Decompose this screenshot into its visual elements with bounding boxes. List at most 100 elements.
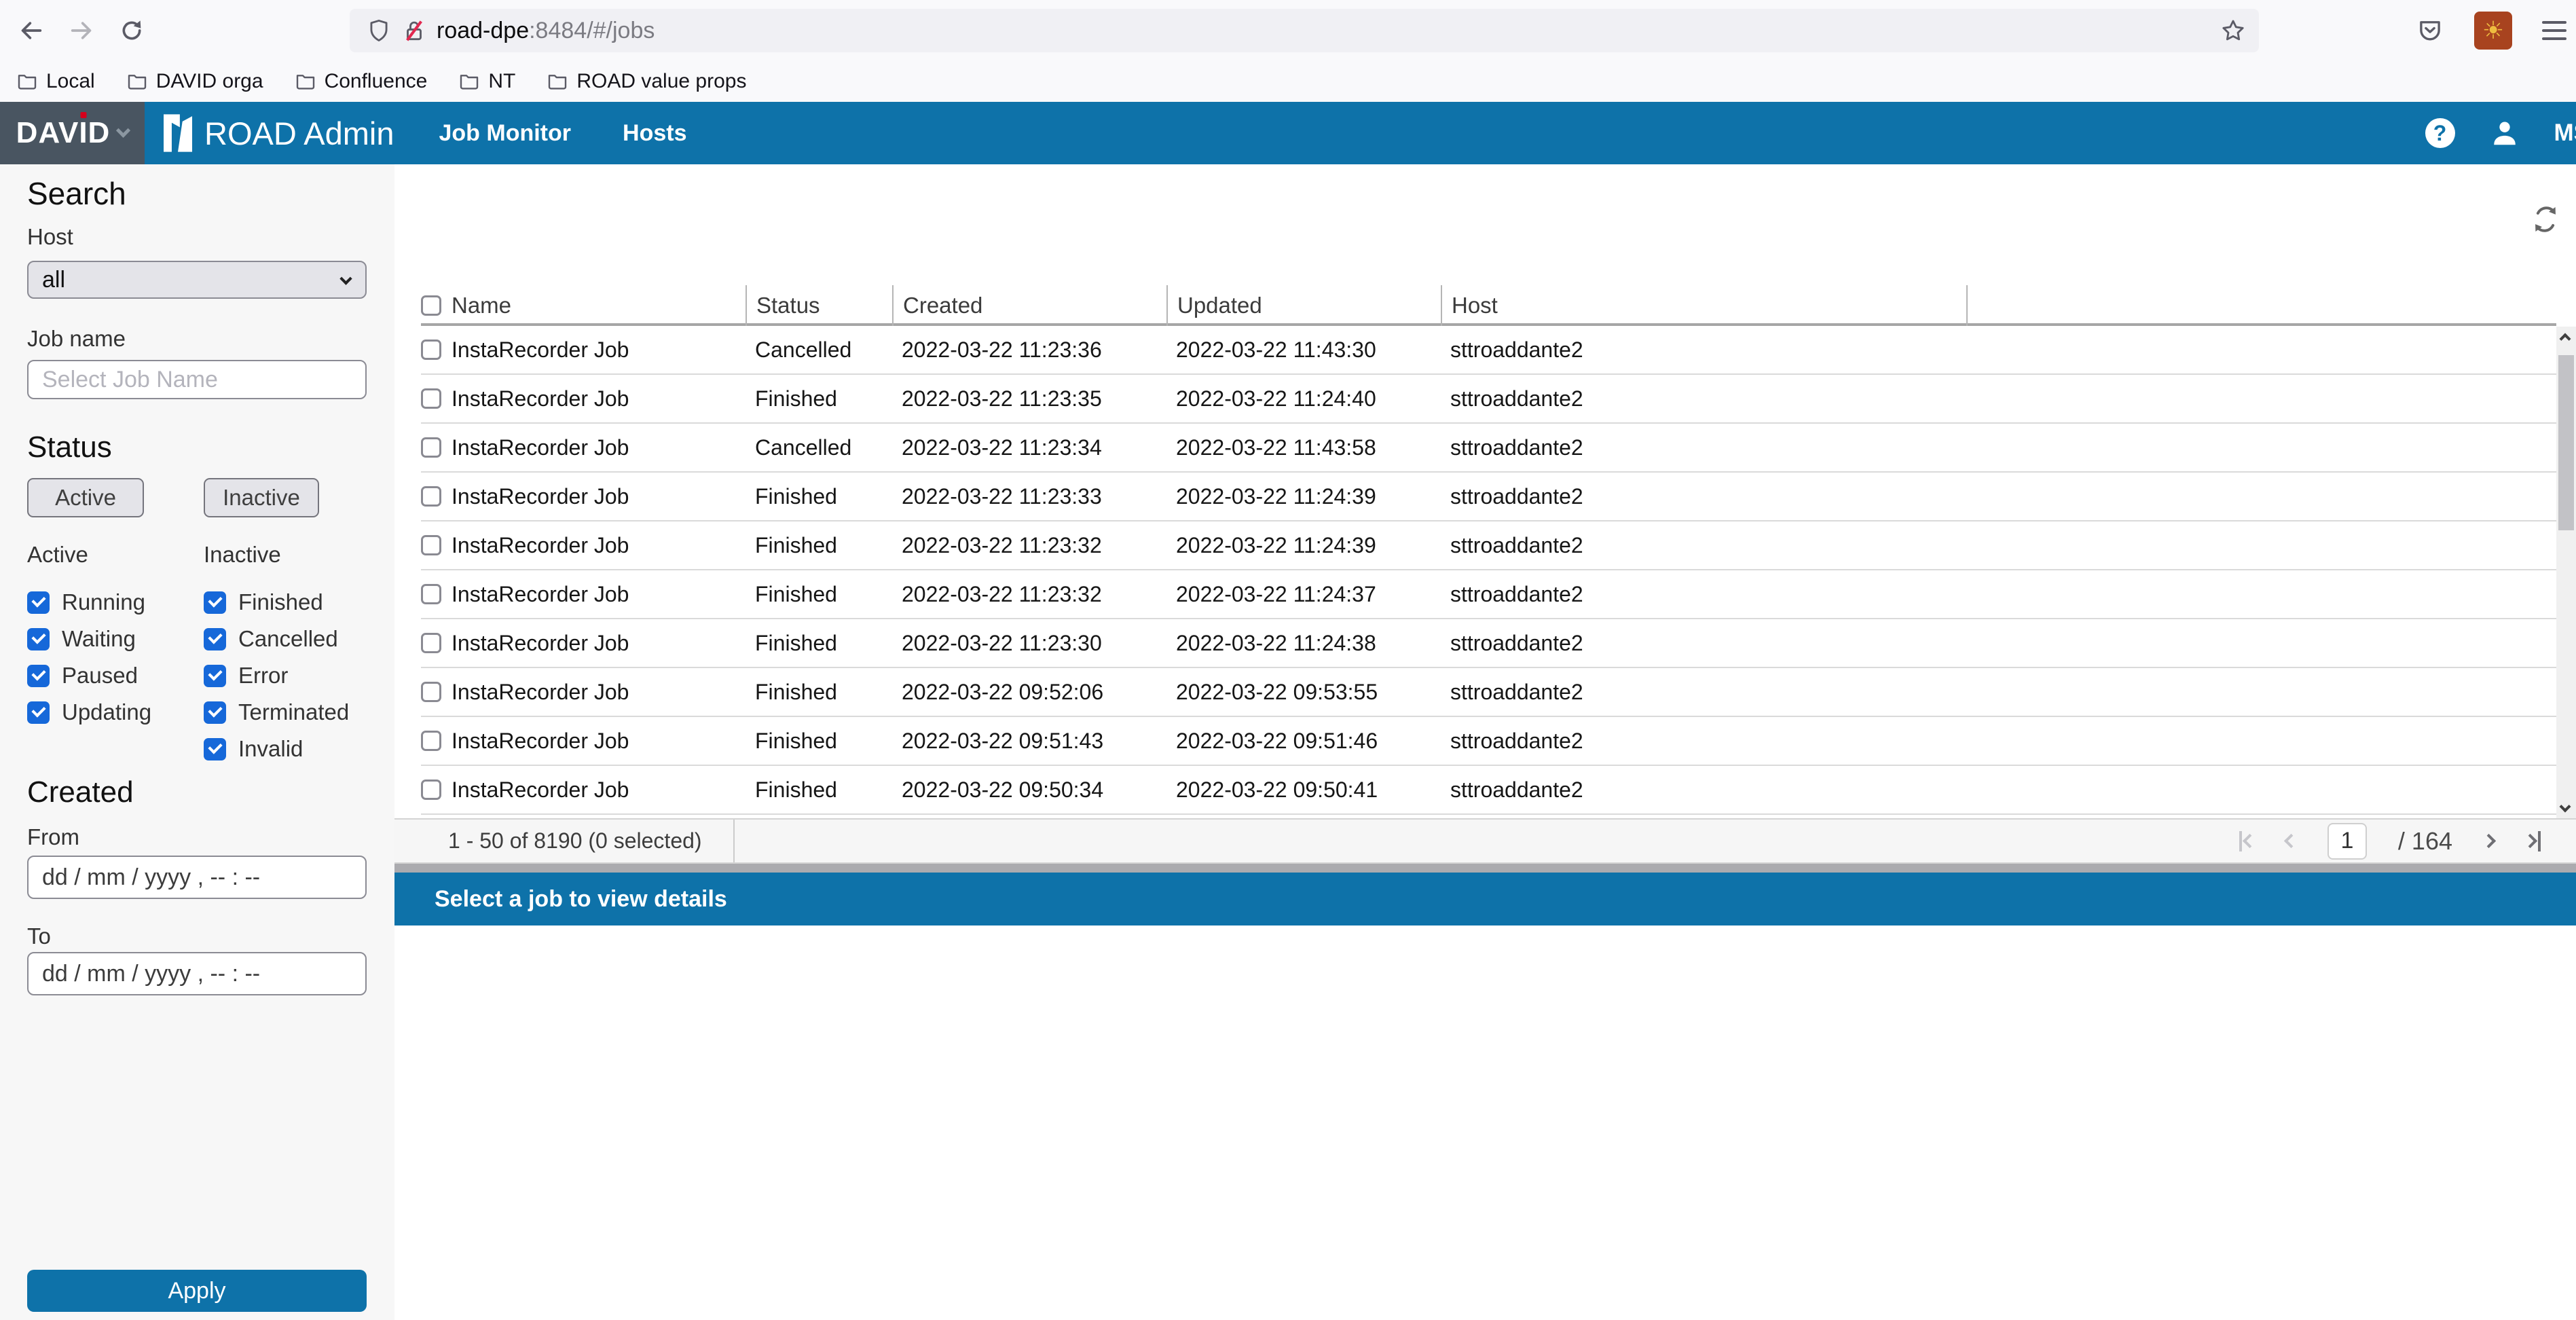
previous-page-icon[interactable] xyxy=(2284,834,2298,848)
browser-toolbar: road-dpe:8484/#/jobs ☀ xyxy=(0,0,2576,61)
inactive-button[interactable]: Inactive xyxy=(204,478,319,517)
bookmark-folder-road-value-props[interactable]: ROAD value props xyxy=(547,70,746,93)
row-checkbox[interactable] xyxy=(421,340,441,360)
menu-icon[interactable] xyxy=(2542,21,2566,40)
column-header-name: Name xyxy=(452,285,746,326)
bookmark-folder-nt[interactable]: NT xyxy=(458,70,515,93)
scrollbar-thumb[interactable] xyxy=(2558,355,2574,530)
active-button[interactable]: Active xyxy=(27,478,144,517)
app-title: ROAD Admin xyxy=(204,115,394,152)
extension-icon[interactable]: ☀ xyxy=(2474,12,2512,50)
checkbox-paused[interactable]: Paused xyxy=(27,657,197,694)
bookmark-folder-david-orga[interactable]: DAVID orga xyxy=(126,70,263,93)
checked-checkbox-icon[interactable] xyxy=(204,701,226,724)
cell-name: InstaRecorder Job xyxy=(452,484,746,509)
row-checkbox[interactable] xyxy=(421,682,441,702)
refresh-icon[interactable] xyxy=(2530,204,2561,235)
cell-updated: 2022-03-22 09:53:55 xyxy=(1166,680,1441,705)
row-checkbox[interactable] xyxy=(421,535,441,555)
job-name-input[interactable]: Select Job Name xyxy=(27,360,367,399)
cell-status: Finished xyxy=(746,484,892,509)
folder-icon xyxy=(295,71,316,92)
table-row[interactable]: InstaRecorder JobFinished2022-03-22 11:2… xyxy=(421,521,2556,570)
cell-status: Finished xyxy=(746,386,892,411)
column-header-created: Created xyxy=(892,285,1166,326)
cell-host: sttroaddante2 xyxy=(1441,337,1966,363)
first-page-icon[interactable] xyxy=(2239,831,2255,851)
row-checkbox-cell xyxy=(421,437,452,458)
select-all-checkbox[interactable] xyxy=(421,295,441,316)
table-row[interactable]: InstaRecorder JobFinished2022-03-22 09:5… xyxy=(421,717,2556,766)
checked-checkbox-icon[interactable] xyxy=(27,591,50,614)
host-select[interactable]: all xyxy=(27,261,367,299)
table-row[interactable]: InstaRecorder JobFinished2022-03-22 09:5… xyxy=(421,766,2556,815)
last-page-icon[interactable] xyxy=(2525,831,2541,851)
cell-created: 2022-03-22 11:23:30 xyxy=(892,631,1166,656)
checked-checkbox-icon[interactable] xyxy=(27,665,50,687)
folder-icon xyxy=(547,71,568,92)
row-checkbox[interactable] xyxy=(421,780,441,800)
checkbox-updating[interactable]: Updating xyxy=(27,694,197,731)
scroll-down-icon[interactable] xyxy=(2560,801,2571,813)
checked-checkbox-icon[interactable] xyxy=(27,701,50,724)
checked-checkbox-icon[interactable] xyxy=(204,665,226,687)
created-to-input[interactable]: dd / mm / yyyy , -- : -- xyxy=(27,952,367,995)
table-row[interactable]: InstaRecorder JobFinished2022-03-22 11:2… xyxy=(421,473,2556,521)
table-row[interactable]: InstaRecorder JobFinished2022-03-22 09:5… xyxy=(421,668,2556,717)
table-row[interactable]: InstaRecorder JobFinished2022-03-22 11:2… xyxy=(421,570,2556,619)
row-checkbox[interactable] xyxy=(421,633,441,653)
checked-checkbox-icon[interactable] xyxy=(204,628,226,650)
table-row[interactable]: InstaRecorder JobFinished2022-03-22 11:2… xyxy=(421,619,2556,668)
bookmark-folder-local[interactable]: Local xyxy=(16,70,95,93)
checked-checkbox-icon[interactable] xyxy=(27,628,50,650)
checkbox-error[interactable]: Error xyxy=(204,657,373,694)
david-logo-button[interactable]: DAVID xyxy=(0,102,145,164)
row-checkbox[interactable] xyxy=(421,731,441,751)
bookmark-star-icon[interactable] xyxy=(2220,17,2247,44)
help-icon[interactable]: ? xyxy=(2425,118,2455,148)
checkbox-cancelled[interactable]: Cancelled xyxy=(204,621,373,657)
table-row[interactable]: InstaRecorder JobCancelled2022-03-22 11:… xyxy=(421,326,2556,375)
created-from-input[interactable]: dd / mm / yyyy , -- : -- xyxy=(27,856,367,899)
row-checkbox[interactable] xyxy=(421,437,441,458)
url-bar[interactable]: road-dpe:8484/#/jobs xyxy=(350,9,2259,52)
cell-host: sttroaddante2 xyxy=(1441,533,1966,558)
back-icon[interactable] xyxy=(12,12,50,50)
shield-icon[interactable] xyxy=(366,18,392,43)
row-checkbox[interactable] xyxy=(421,486,441,507)
from-label: From xyxy=(27,824,79,850)
table-row[interactable]: InstaRecorder JobFinished2022-03-22 11:2… xyxy=(421,375,2556,424)
vertical-scrollbar[interactable] xyxy=(2556,327,2576,819)
cell-name: InstaRecorder Job xyxy=(452,533,746,558)
next-page-icon[interactable] xyxy=(2482,834,2496,848)
table-header-row: Name Status Created Updated Host xyxy=(421,285,2556,326)
row-checkbox-cell xyxy=(421,682,452,702)
bookmark-folder-confluence[interactable]: Confluence xyxy=(295,70,428,93)
horizontal-scrollbar[interactable] xyxy=(394,864,2576,873)
pocket-icon[interactable] xyxy=(2416,16,2444,45)
row-checkbox[interactable] xyxy=(421,388,441,409)
scroll-up-icon[interactable] xyxy=(2560,333,2571,345)
apply-button[interactable]: Apply xyxy=(27,1270,367,1312)
checkbox-waiting[interactable]: Waiting xyxy=(27,621,197,657)
nav-item-job-monitor[interactable]: Job Monitor xyxy=(439,120,571,147)
reload-icon[interactable] xyxy=(113,12,151,50)
cell-status: Finished xyxy=(746,533,892,558)
nav-item-hosts[interactable]: Hosts xyxy=(623,120,686,147)
checkbox-terminated[interactable]: Terminated xyxy=(204,694,373,731)
checked-checkbox-icon[interactable] xyxy=(204,591,226,614)
checkbox-finished[interactable]: Finished xyxy=(204,584,373,621)
insecure-lock-icon[interactable] xyxy=(401,18,427,43)
cell-updated: 2022-03-22 11:24:38 xyxy=(1166,631,1441,656)
row-checkbox[interactable] xyxy=(421,584,441,604)
checked-checkbox-icon[interactable] xyxy=(204,738,226,760)
cell-name: InstaRecorder Job xyxy=(452,337,746,363)
table-row[interactable]: InstaRecorder JobCancelled2022-03-22 11:… xyxy=(421,424,2556,473)
forward-icon[interactable] xyxy=(62,12,100,50)
user-icon[interactable] xyxy=(2489,117,2520,149)
checkbox-running[interactable]: Running xyxy=(27,584,197,621)
status-title: Status xyxy=(27,430,112,464)
chevron-down-icon xyxy=(116,123,130,137)
checkbox-invalid[interactable]: Invalid xyxy=(204,731,373,767)
page-number-input[interactable]: 1 xyxy=(2327,823,2367,860)
